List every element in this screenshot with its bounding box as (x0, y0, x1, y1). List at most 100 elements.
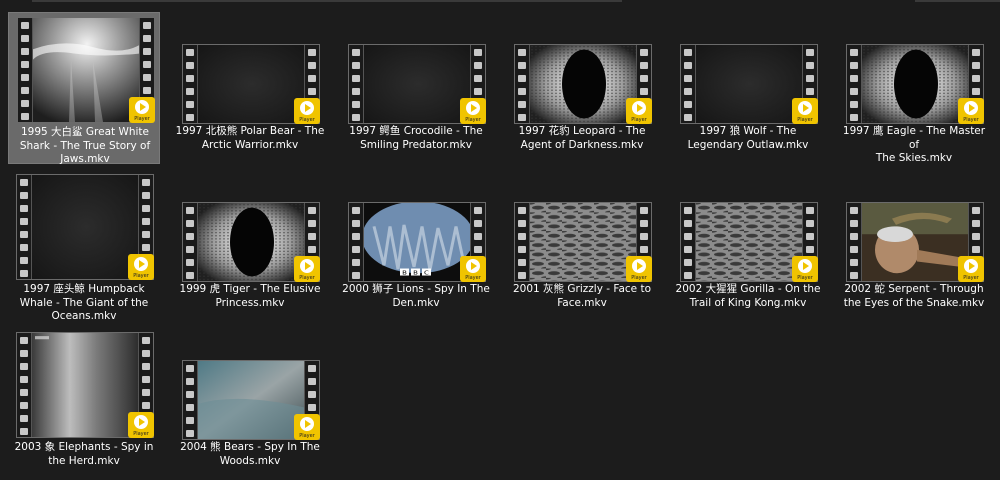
file-item[interactable]: B B C Player 2000 狮子 Lions - Spy In The Den.m… (340, 170, 492, 322)
file-item[interactable]: Player 1999 虎 Tiger - The Elusive Princess… (174, 170, 326, 322)
film-sprocket-strip (847, 203, 862, 281)
thumbnail-frame (696, 203, 802, 281)
file-name-line: 1997 花豹 Leopard - The (518, 125, 646, 137)
file-name-label: 1997 鹰 Eagle - The Master of The Skies.mk… (838, 125, 990, 166)
file-name-line: 1995 大白鲨 Great White (21, 126, 149, 138)
film-sprocket-strip (681, 203, 696, 281)
file-name-label: 1997 座头鲸 Humpback Whale - The Giant of th… (8, 283, 160, 324)
file-name-label: 2004 熊 Bears - Spy In The Woods.mkv (174, 441, 326, 468)
film-sprocket-strip (183, 361, 198, 439)
thumbnail-frame (32, 333, 138, 437)
player-app-icon: Player (460, 98, 486, 124)
file-name-line: 2002 蛇 Serpent - Through (844, 283, 984, 295)
player-badge-label: Player (963, 275, 979, 281)
film-sprocket-strip (17, 333, 32, 437)
player-badge-label: Player (299, 117, 315, 123)
player-app-icon: Player (792, 256, 818, 282)
file-name-line: Trail of King Kong.mkv (689, 296, 807, 309)
thumbnail-frame (32, 175, 138, 279)
player-app-icon: Player (294, 256, 320, 282)
thumbnail-frame (198, 45, 304, 123)
file-item[interactable]: Player 2003 象 Elephants - Spy in the Herd.… (8, 328, 160, 480)
file-item[interactable]: Player 2001 灰熊 Grizzly - Face to Face.mkv (506, 170, 658, 322)
player-badge-label: Player (133, 273, 149, 279)
thumbnail-frame (530, 203, 636, 281)
player-badge-label: Player (465, 275, 481, 281)
file-name-line: 1997 鳄鱼 Crocodile - The (349, 125, 483, 137)
file-name-label: 1997 鳄鱼 Crocodile - The Smiling Predator.… (340, 125, 492, 152)
player-badge-label: Player (631, 275, 647, 281)
file-name-line: Oceans.mkv (51, 310, 117, 322)
svg-text:B: B (402, 270, 407, 276)
player-app-icon: Player (460, 256, 486, 282)
player-badge-label: Player (134, 116, 150, 122)
file-name-line: Jaws.mkv (60, 153, 110, 165)
file-name-line: Whale - The Giant of the (19, 296, 149, 309)
file-name-line: the Herd.mkv (48, 454, 120, 467)
film-sprocket-strip (18, 18, 33, 122)
file-name-line: Arctic Warrior.mkv (201, 138, 299, 151)
film-sprocket-strip (515, 45, 530, 123)
player-badge-label: Player (797, 117, 813, 123)
film-sprocket-strip (681, 45, 696, 123)
file-name-label: 2002 大猩猩 Gorilla - On the Trail of King K… (672, 283, 824, 310)
player-app-icon: Player (128, 412, 154, 438)
thumbnail-frame (862, 45, 968, 123)
file-name-line: 1997 鹰 Eagle - The Master of (842, 125, 986, 151)
file-name-label: 2000 狮子 Lions - Spy In The Den.mkv (340, 283, 492, 310)
file-name-label: 1997 狼 Wolf - The Legendary Outlaw.mkv (672, 125, 824, 152)
file-name-line: 2003 象 Elephants - Spy in (14, 441, 154, 453)
player-app-icon: Player (792, 98, 818, 124)
file-name-line: the Eyes of the Snake.mkv (843, 296, 985, 309)
file-name-line: The Skies.mkv (875, 152, 953, 164)
file-name-line: 2002 大猩猩 Gorilla - On the (675, 283, 821, 295)
player-badge-label: Player (963, 117, 979, 123)
file-name-line: Legendary Outlaw.mkv (687, 138, 809, 151)
file-item[interactable]: Player 1997 狼 Wolf - The Legendary Outlaw.… (672, 12, 824, 164)
film-sprocket-strip (847, 45, 862, 123)
player-badge-label: Player (133, 431, 149, 437)
player-app-icon: Player (294, 98, 320, 124)
file-name-line: Den.mkv (392, 296, 440, 309)
film-sprocket-strip (349, 203, 364, 281)
thumbnail-frame (198, 361, 304, 439)
file-item[interactable]: Player 1997 座头鲸 Humpback Whale - The Giant… (8, 170, 160, 322)
file-item[interactable]: Player 2002 大猩猩 Gorilla - On the Trail of … (672, 170, 824, 322)
file-name-line: 2000 狮子 Lions - Spy In The (342, 283, 490, 295)
player-badge-label: Player (631, 117, 647, 123)
file-name-line: Woods.mkv (219, 454, 281, 467)
player-badge-label: Player (797, 275, 813, 281)
film-sprocket-strip (183, 45, 198, 123)
player-badge-label: Player (299, 433, 315, 439)
file-name-line: Agent of Darkness.mkv (520, 138, 644, 151)
player-app-icon: Player (626, 256, 652, 282)
svg-text:B: B (413, 270, 418, 276)
thumbnail-frame (862, 203, 968, 281)
file-name-label: 2002 蛇 Serpent - Through the Eyes of the … (838, 283, 990, 310)
file-item[interactable]: Player 2002 蛇 Serpent - Through the Eyes o… (838, 170, 990, 322)
file-item[interactable]: Player 2004 熊 Bears - Spy In The Woods.mkv (174, 328, 326, 480)
file-name-label: 2001 灰熊 Grizzly - Face to Face.mkv (506, 283, 658, 310)
file-item[interactable]: Player 1997 花豹 Leopard - The Agent of Dark… (506, 12, 658, 164)
player-app-icon: Player (129, 97, 155, 123)
file-name-line: Shark - The True Story of (19, 139, 151, 152)
player-app-icon: Player (294, 414, 320, 440)
player-badge-label: Player (299, 275, 315, 281)
file-item[interactable]: Player 1997 北极熊 Polar Bear - The Arctic Wa… (174, 12, 326, 164)
file-item[interactable]: Player 1997 鹰 Eagle - The Master of The Sk… (838, 12, 990, 164)
file-name-line: 1997 狼 Wolf - The (699, 125, 797, 137)
file-name-line: 1997 北极熊 Polar Bear - The (175, 125, 325, 137)
thumbnail-frame (33, 18, 139, 122)
file-name-label: 1997 花豹 Leopard - The Agent of Darkness.m… (506, 125, 658, 152)
player-badge-label: Player (465, 117, 481, 123)
file-name-line: 1999 虎 Tiger - The Elusive (179, 283, 321, 295)
file-item[interactable]: Player 1997 鳄鱼 Crocodile - The Smiling Pre… (340, 12, 492, 164)
file-name-line: 1997 座头鲸 Humpback (23, 283, 145, 295)
svg-text:C: C (424, 270, 430, 276)
file-grid: Player 1995 大白鲨 Great White Shark - The Tr… (0, 0, 1000, 480)
player-app-icon: Player (958, 256, 984, 282)
file-name-label: 2003 象 Elephants - Spy in the Herd.mkv (8, 441, 160, 468)
file-item[interactable]: Player 1995 大白鲨 Great White Shark - The Tr… (8, 12, 160, 165)
file-name-line: 2001 灰熊 Grizzly - Face to (512, 283, 651, 295)
player-app-icon: Player (958, 98, 984, 124)
